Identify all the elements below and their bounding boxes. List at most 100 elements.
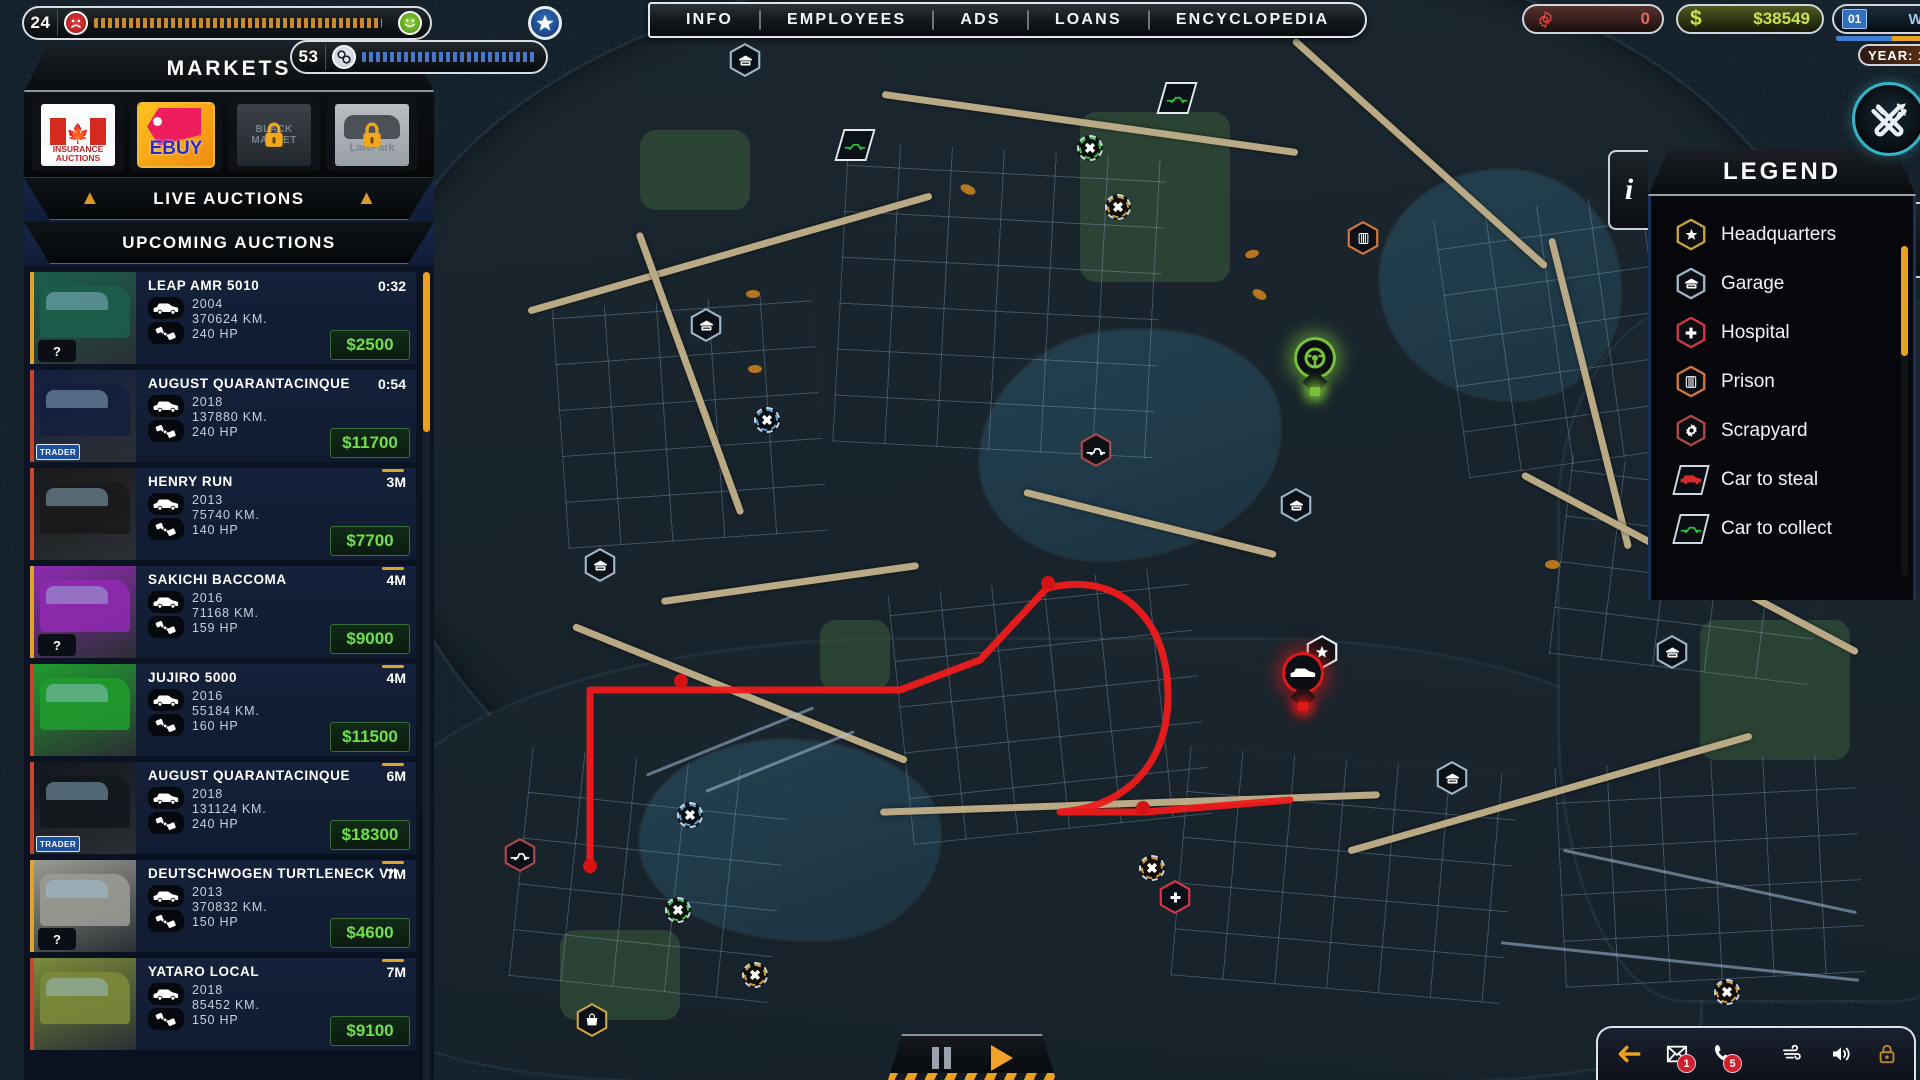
map-marker-car-to-collect-north[interactable] bbox=[1156, 81, 1198, 115]
phone-button[interactable]: 5 bbox=[1712, 1039, 1742, 1073]
tab-ads[interactable]: ADS bbox=[934, 11, 1026, 29]
lock-button[interactable] bbox=[1876, 1039, 1898, 1069]
park-northwest bbox=[640, 130, 750, 210]
auction-row[interactable]: JUJIRO 5000 4M 2016 55184 KM. 160 HP $11500 bbox=[30, 664, 416, 756]
vehicle-power: 240 HP bbox=[192, 327, 239, 341]
tab-loans[interactable]: LOANS bbox=[1029, 11, 1148, 29]
map-marker-mission-green-2[interactable]: ✖ bbox=[665, 897, 691, 923]
market-tab-ebuy[interactable]: EBUY bbox=[130, 98, 222, 171]
map-marker-mission-orange-1[interactable]: ✖ bbox=[1105, 194, 1131, 220]
info-icon: i bbox=[1624, 173, 1634, 206]
map-marker-garage-5[interactable] bbox=[1655, 635, 1689, 669]
legend-item-headquarters[interactable]: Headquarters bbox=[1675, 210, 1913, 259]
sound-button[interactable] bbox=[1828, 1039, 1854, 1069]
legend-item-garage[interactable]: Garage bbox=[1675, 259, 1913, 308]
map-marker-mission-orange-3[interactable]: ✖ bbox=[1139, 855, 1165, 881]
chevron-up-right-icon[interactable]: ▲ bbox=[357, 187, 378, 210]
legend-body[interactable]: Headquarters Garage Hospital Prison Scrapyar… bbox=[1648, 196, 1916, 600]
auction-info: AUGUST QUARANTACINQUE 0:54 2018 137880 KM. 2… bbox=[136, 370, 416, 462]
auction-row[interactable]: ? DEUTSCHWOGEN TURTLENECK VII 7M 2013 370832… bbox=[30, 860, 416, 952]
tab-info[interactable]: INFO bbox=[660, 11, 759, 29]
prison-hex-icon bbox=[1675, 365, 1707, 398]
vehicle-mileage: 71168 KM. bbox=[192, 606, 259, 620]
map-pin-destination-green[interactable] bbox=[1289, 337, 1341, 401]
date-widget[interactable]: 01 WEEK: 1 YEAR: 1 ❄ bbox=[1832, 4, 1920, 66]
auction-row[interactable]: ? SAKICHI BACCOMA 4M 2016 71168 KM. 159 HP $90… bbox=[30, 566, 416, 658]
auction-list-scrollbar[interactable] bbox=[423, 272, 430, 1080]
wanted-meter[interactable]: 53 bbox=[290, 40, 548, 74]
day-badge: 01 bbox=[1842, 9, 1868, 29]
pause-button[interactable] bbox=[932, 1047, 951, 1069]
map-marker-car-to-collect-west[interactable] bbox=[834, 128, 876, 162]
info-tab-button[interactable]: i bbox=[1608, 150, 1648, 230]
star-badge-icon[interactable] bbox=[528, 6, 562, 40]
market-tab-insurance-auctions[interactable]: 🍁 INSURANCE AUCTIONS bbox=[32, 98, 124, 171]
vehicle-power: 140 HP bbox=[192, 523, 239, 537]
vehicle-photo: TRADER bbox=[34, 762, 136, 854]
legend-item-car-to-collect[interactable]: Car to collect bbox=[1672, 504, 1913, 553]
money-counter[interactable]: $ $38549 bbox=[1676, 4, 1824, 34]
parts-counter[interactable]: 0 bbox=[1522, 4, 1664, 34]
map-marker-mission-blue-2[interactable]: ✖ bbox=[677, 802, 703, 828]
phone-badge: 5 bbox=[1723, 1054, 1742, 1073]
tab-employees[interactable]: EMPLOYEES bbox=[761, 11, 932, 29]
tools-button[interactable] bbox=[1852, 82, 1920, 156]
legend-item-hospital[interactable]: Hospital bbox=[1675, 308, 1913, 357]
market-tab-lawpark[interactable]: LawPark bbox=[326, 98, 418, 171]
auction-info: AUGUST QUARANTACINQUE 6M 2018 131124 KM. 240… bbox=[136, 762, 416, 854]
auction-time: 6M bbox=[386, 768, 406, 784]
map-marker-scrapyard[interactable] bbox=[1079, 433, 1113, 467]
auction-row[interactable]: HENRY RUN 3M 2013 75740 KM. 140 HP $7700 bbox=[30, 468, 416, 560]
body-type-icon bbox=[148, 591, 184, 613]
upcoming-auctions-header[interactable]: UPCOMING AUCTIONS bbox=[24, 222, 434, 264]
map-marker-mission-blue-1[interactable]: ✖ bbox=[754, 407, 780, 433]
timer-tick-icon bbox=[382, 567, 404, 570]
map-marker-mission-green-1[interactable]: ✖ bbox=[1077, 135, 1103, 161]
body-type-icon bbox=[148, 885, 184, 907]
auction-row[interactable]: ? LEAP AMR 5010 0:32 2004 370624 KM. 240 HP $2… bbox=[30, 272, 416, 364]
legend-scrollbar[interactable] bbox=[1901, 246, 1908, 576]
auction-list-scroll-thumb[interactable] bbox=[423, 272, 430, 432]
map-marker-garage-3[interactable] bbox=[583, 548, 617, 582]
back-arrow-icon[interactable] bbox=[1616, 1039, 1642, 1069]
auction-info: YATARO LOCAL 7M 2018 85452 KM. 150 HP $9100 bbox=[136, 958, 416, 1050]
mail-button[interactable]: 1 bbox=[1664, 1039, 1696, 1073]
weather-button[interactable] bbox=[1780, 1039, 1806, 1069]
map-marker-garage-6[interactable] bbox=[1435, 761, 1469, 795]
market-tab-black-market[interactable]: BLACKMARKET bbox=[228, 98, 320, 171]
money-value: $38549 bbox=[1753, 9, 1810, 28]
wrench-tools-icon bbox=[1871, 103, 1907, 137]
legend-item-car-to-steal[interactable]: Car to steal bbox=[1672, 455, 1913, 504]
map-marker-hospital[interactable] bbox=[1158, 880, 1192, 914]
map-pin-destination-red[interactable] bbox=[1277, 652, 1329, 716]
map-marker-shop[interactable] bbox=[575, 1003, 609, 1037]
mood-meter[interactable]: 24 bbox=[22, 6, 432, 40]
map-marker-garage-2[interactable] bbox=[689, 308, 723, 342]
vehicle-name: YATARO LOCAL bbox=[148, 964, 260, 979]
legend-item-prison[interactable]: Prison bbox=[1675, 357, 1913, 406]
auction-list[interactable]: ? LEAP AMR 5010 0:32 2004 370624 KM. 240 HP $2… bbox=[24, 266, 434, 1080]
vehicle-year: 2016 bbox=[192, 591, 224, 605]
play-button[interactable] bbox=[991, 1045, 1013, 1071]
live-auctions-header[interactable]: ▲ LIVE AUCTIONS ▲ bbox=[24, 178, 434, 220]
auction-row[interactable]: TRADER AUGUST QUARANTACINQUE 0:54 2018 13788… bbox=[30, 370, 416, 462]
legend-item-label: Hospital bbox=[1721, 321, 1790, 343]
dollar-icon: $ bbox=[1690, 7, 1702, 30]
week-label: WEEK: 1 bbox=[1908, 10, 1920, 28]
auction-row[interactable]: YATARO LOCAL 7M 2018 85452 KM. 150 HP $9100 bbox=[30, 958, 416, 1050]
tab-encyclopedia[interactable]: ENCYCLOPEDIA bbox=[1150, 11, 1356, 29]
main-nav: INFO EMPLOYEES ADS LOANS ENCYCLOPEDIA bbox=[648, 2, 1368, 38]
map-marker-mission-orange-2[interactable]: ✖ bbox=[742, 962, 768, 988]
vehicle-year: 2018 bbox=[192, 395, 224, 409]
map-marker-garage-4[interactable] bbox=[1279, 488, 1313, 522]
map-marker-prison[interactable] bbox=[1346, 221, 1380, 255]
map-marker-scrapyard-2[interactable] bbox=[503, 838, 537, 872]
legend-item-label: Scrapyard bbox=[1721, 419, 1808, 441]
legend-item-scrapyard[interactable]: Scrapyard bbox=[1675, 406, 1913, 455]
auction-info: SAKICHI BACCOMA 4M 2016 71168 KM. 159 HP $900… bbox=[136, 566, 416, 658]
legend-item-label: Headquarters bbox=[1721, 223, 1837, 245]
map-marker-mission-orange-4[interactable]: ✖ bbox=[1714, 979, 1740, 1005]
chevron-up-left-icon[interactable]: ▲ bbox=[80, 187, 101, 210]
legend-scroll-thumb[interactable] bbox=[1901, 246, 1908, 356]
auction-row[interactable]: TRADER AUGUST QUARANTACINQUE 6M 2018 131124 … bbox=[30, 762, 416, 854]
